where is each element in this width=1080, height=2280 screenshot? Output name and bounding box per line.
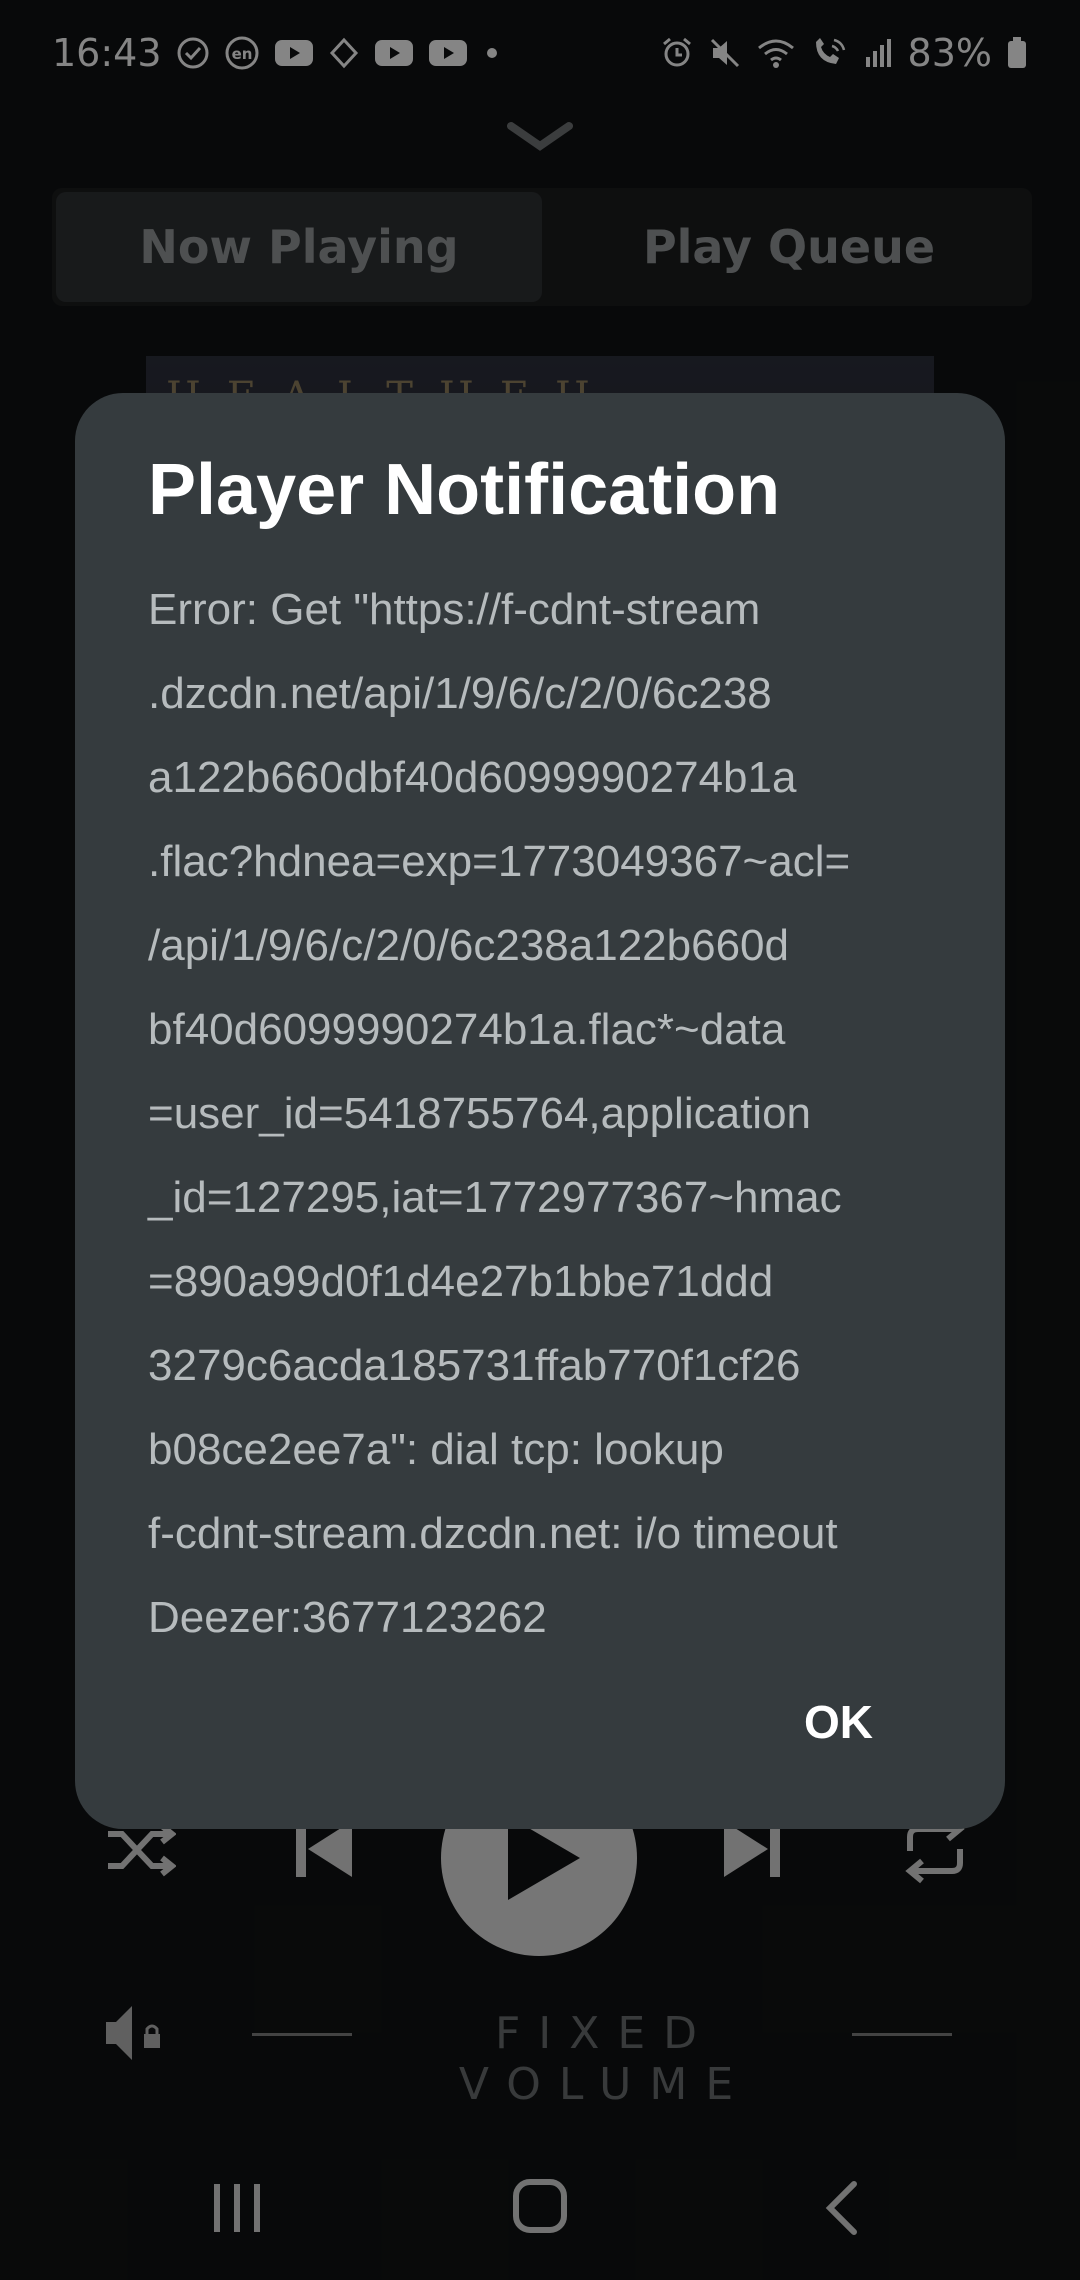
mute-icon [708, 36, 742, 70]
dialog-message: Error: Get "https://f-cdnt-stream .dzcdn… [148, 568, 932, 1660]
check-circle-icon [176, 36, 210, 70]
dialog-message-line: _id=127295,iat=1772977367~hmac [148, 1173, 842, 1223]
dialog-message-line: Deezer:3677123262 [148, 1593, 547, 1643]
dialog-message-line: b08ce2ee7a": dial tcp: lookup [148, 1425, 724, 1475]
dialog-message-line: .dzcdn.net/api/1/9/6/c/2/0/6c238 [148, 669, 772, 719]
dialog-message-line: f-cdnt-stream.dzcdn.net: i/o timeout [148, 1509, 838, 1559]
dialog-message-line: a122b660dbf40d6099990274b1a [148, 753, 797, 803]
player-tabs: Now Playing Play Queue [52, 188, 1032, 306]
volume-line-right [852, 2033, 952, 2036]
fixed-volume-label: FIXED VOLUME [458, 2008, 752, 2110]
battery-icon [1006, 36, 1028, 70]
home-icon[interactable] [512, 2178, 568, 2234]
tab-play-queue[interactable]: Play Queue [546, 188, 1032, 306]
dialog-message-line: /api/1/9/6/c/2/0/6c238a122b660d [148, 921, 789, 971]
alarm-icon [660, 36, 694, 70]
signal-icon [862, 37, 894, 69]
status-time: 16:43 [52, 31, 162, 75]
recent-apps-icon[interactable] [210, 2180, 264, 2236]
status-bar: 16:43 en 83% [0, 0, 1080, 106]
dialog-message-line: .flac?hdnea=exp=1773049367~acl= [148, 837, 851, 887]
dialog-message-line: 3279c6acda185731ffab770f1cf26 [148, 1341, 801, 1391]
wifi-calling-icon [810, 36, 848, 70]
volume-locked-icon [102, 2000, 166, 2066]
battery-percent: 83% [907, 31, 992, 75]
tab-now-playing[interactable]: Now Playing [56, 192, 542, 302]
youtube-icon [274, 38, 314, 68]
collapse-chevron-icon[interactable] [505, 118, 575, 158]
shuffle-icon[interactable] [104, 1820, 176, 1880]
dialog-message-line: =user_id=5418755764,application [148, 1089, 812, 1139]
en-badge-icon: en [224, 35, 260, 71]
ok-button[interactable]: OK [804, 1695, 873, 1749]
wifi-icon [756, 36, 796, 70]
dialog-message-line: =890a99d0f1d4e27b1bbe71ddd [148, 1257, 774, 1307]
navigation-bar [0, 2160, 1080, 2260]
volume-row: FIXED VOLUME [0, 2000, 1080, 2110]
dot-icon [482, 43, 502, 63]
dialog-message-line: bf40d6099990274b1a.flac*~data [148, 1005, 786, 1055]
diamond-icon [328, 37, 360, 69]
volume-line-left [252, 2033, 352, 2036]
dialog-title: Player Notification [148, 450, 781, 530]
dialog-message-line: Error: Get "https://f-cdnt-stream [148, 585, 761, 635]
status-bar-left: 16:43 en [52, 31, 502, 75]
back-icon[interactable] [822, 2180, 862, 2236]
svg-text:en: en [231, 45, 252, 63]
youtube-icon [374, 38, 414, 68]
status-bar-right: 83% [660, 31, 1028, 75]
youtube-icon [428, 38, 468, 68]
player-notification-dialog: Player Notification Error: Get "https://… [75, 393, 1005, 1829]
